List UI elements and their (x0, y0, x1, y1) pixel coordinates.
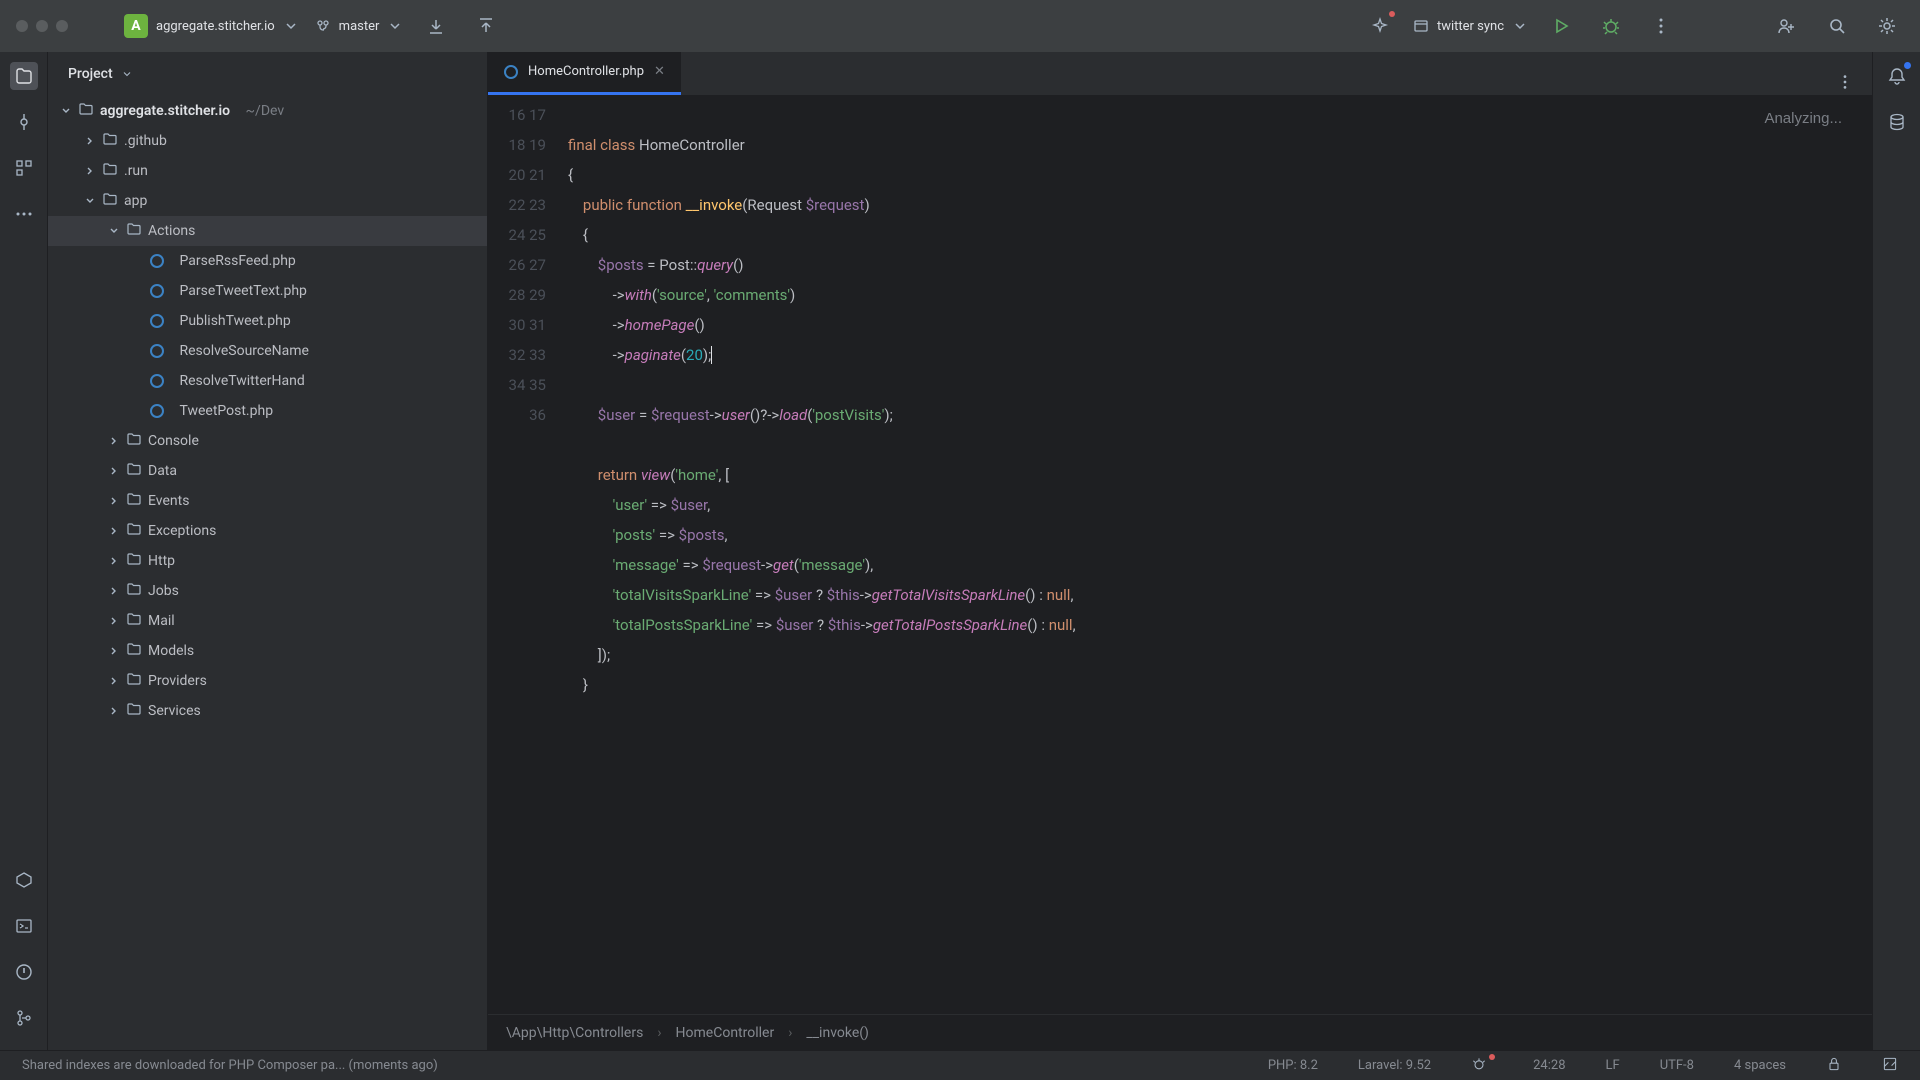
pull-button[interactable] (419, 9, 453, 43)
line-gutter: 16 17 18 19 20 21 22 23 24 25 26 27 28 2… (488, 96, 568, 1014)
tree-folder-Services[interactable]: Services (48, 696, 487, 726)
tree-folder-app[interactable]: app (48, 186, 487, 216)
structure-tool-button[interactable] (10, 154, 38, 182)
notifications-button[interactable] (1883, 62, 1911, 90)
search-everywhere-button[interactable] (1820, 9, 1854, 43)
sidebar-header[interactable]: Project (48, 52, 487, 96)
status-message: Shared indexes are downloaded for PHP Co… (22, 1058, 438, 1073)
chevron-down-icon (121, 68, 133, 80)
project-selector[interactable]: A aggregate.stitcher.io (124, 14, 299, 38)
inspections-button[interactable] (1363, 9, 1397, 43)
project-name: aggregate.stitcher.io (156, 19, 275, 34)
php-file-icon (504, 65, 518, 79)
debug-button[interactable] (1594, 9, 1628, 43)
tree-folder-Models[interactable]: Models (48, 636, 487, 666)
chevron-right-icon: › (657, 1025, 661, 1041)
chevron-down-icon (1512, 18, 1528, 34)
tree-folder-Mail[interactable]: Mail (48, 606, 487, 636)
status-encoding[interactable]: UTF-8 (1660, 1058, 1694, 1073)
vcs-tool-button[interactable] (10, 1004, 38, 1032)
sidebar-title: Project (68, 66, 113, 82)
status-laravel[interactable]: Laravel: 9.52 (1358, 1058, 1431, 1073)
close-tab-button[interactable]: ✕ (654, 64, 665, 79)
more-actions-button[interactable] (1644, 9, 1678, 43)
more-tool-button[interactable] (10, 200, 38, 228)
tree-folder-Jobs[interactable]: Jobs (48, 576, 487, 606)
tree-file-PublishTweet.php[interactable]: PublishTweet.php (48, 306, 487, 336)
analyzing-label: Analyzing... (1764, 104, 1842, 134)
code-with-me-button[interactable] (1770, 9, 1804, 43)
tree-file-ParseRssFeed.php[interactable]: ParseRssFeed.php (48, 246, 487, 276)
chevron-down-icon (283, 18, 299, 34)
status-caret-pos[interactable]: 24:28 (1533, 1058, 1565, 1073)
branch-selector[interactable]: master (315, 18, 404, 34)
tree-folder-.run[interactable]: .run (48, 156, 487, 186)
status-php[interactable]: PHP: 8.2 (1268, 1058, 1318, 1073)
push-button[interactable] (469, 9, 503, 43)
window-controls[interactable] (16, 20, 68, 32)
breadcrumb-segment[interactable]: HomeController (676, 1025, 775, 1041)
tree-file-ParseTweetText.php[interactable]: ParseTweetText.php (48, 276, 487, 306)
inspection-error-badge (1389, 11, 1395, 17)
database-tool-button[interactable] (1883, 108, 1911, 136)
breadcrumb-segment[interactable]: \App\Http\Controllers (506, 1025, 643, 1041)
status-indent[interactable]: 4 spaces (1734, 1058, 1786, 1073)
tree-folder-.github[interactable]: .github (48, 126, 487, 156)
minimize-window[interactable] (36, 20, 48, 32)
tree-folder-Data[interactable]: Data (48, 456, 487, 486)
branch-name: master (339, 19, 380, 34)
services-tool-button[interactable] (10, 866, 38, 894)
problems-tool-button[interactable] (10, 958, 38, 986)
run-config-selector[interactable]: twitter sync (1413, 18, 1528, 34)
tree-folder-Exceptions[interactable]: Exceptions (48, 516, 487, 546)
lock-icon[interactable] (1826, 1056, 1842, 1076)
settings-button[interactable] (1870, 9, 1904, 43)
tree-folder-Events[interactable]: Events (48, 486, 487, 516)
status-inspections[interactable] (1471, 1056, 1493, 1076)
tree-folder-Http[interactable]: Http (48, 546, 487, 576)
maximize-window[interactable] (56, 20, 68, 32)
close-window[interactable] (16, 20, 28, 32)
notification-badge (1904, 62, 1911, 69)
branch-icon (315, 18, 331, 34)
project-icon: A (124, 14, 148, 38)
error-badge (1489, 1054, 1495, 1060)
chevron-right-icon: › (788, 1025, 792, 1041)
commit-tool-button[interactable] (10, 108, 38, 136)
run-button[interactable] (1544, 9, 1578, 43)
breadcrumb-segment[interactable]: __invoke() (806, 1025, 868, 1041)
chevron-down-icon (387, 18, 403, 34)
code-editor[interactable]: final class HomeController { public func… (568, 96, 1872, 1014)
expand-icon[interactable] (1882, 1056, 1898, 1076)
tree-file-ResolveSourceName[interactable]: ResolveSourceName (48, 336, 487, 366)
tree-file-TweetPost.php[interactable]: TweetPost.php (48, 396, 487, 426)
tree-folder-Console[interactable]: Console (48, 426, 487, 456)
tree-root[interactable]: aggregate.stitcher.io ~/Dev (48, 96, 487, 126)
tree-folder-Providers[interactable]: Providers (48, 666, 487, 696)
tree-file-ResolveTwitterHand[interactable]: ResolveTwitterHand (48, 366, 487, 396)
project-tool-button[interactable] (10, 62, 38, 90)
tab-filename: HomeController.php (528, 64, 644, 79)
tree-folder-actions[interactable]: Actions (48, 216, 487, 246)
run-config-icon (1413, 18, 1429, 34)
run-config-name: twitter sync (1437, 19, 1504, 34)
terminal-tool-button[interactable] (10, 912, 38, 940)
tab-homecontroller[interactable]: HomeController.php ✕ (488, 52, 681, 95)
tab-more-button[interactable] (1818, 73, 1872, 95)
status-eol[interactable]: LF (1606, 1058, 1620, 1073)
breadcrumbs[interactable]: \App\Http\Controllers › HomeController ›… (488, 1014, 1872, 1050)
